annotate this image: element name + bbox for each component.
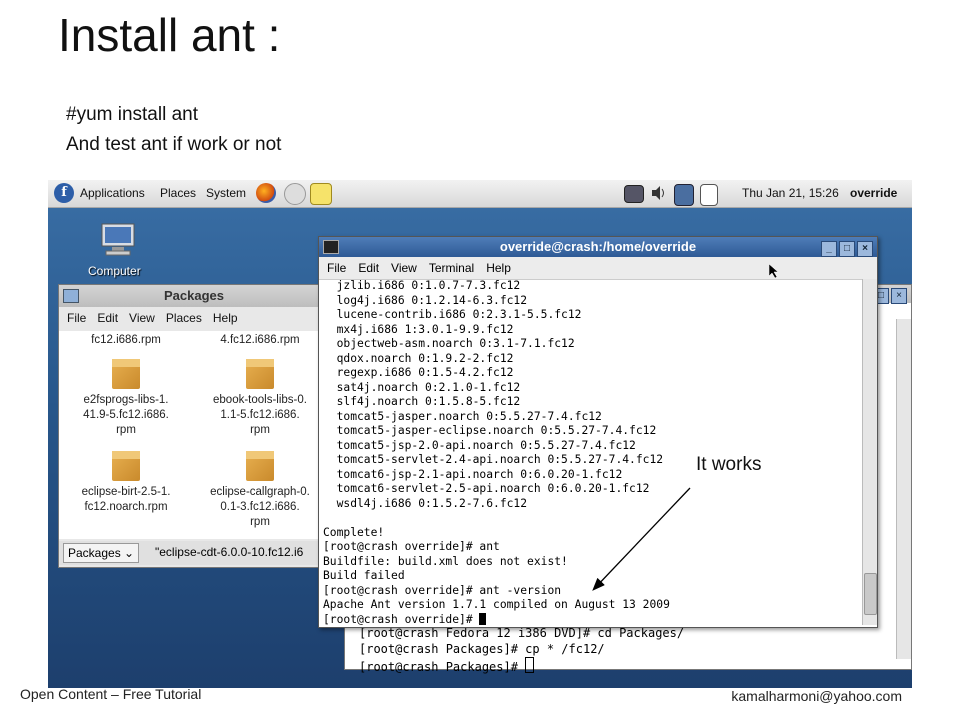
- footer-right: kamalharmoni@yahoo.com: [731, 688, 902, 704]
- footer-left: Open Content – Free Tutorial: [20, 686, 202, 702]
- annotation-label: It works: [696, 454, 762, 475]
- annotation-arrow: [592, 487, 691, 591]
